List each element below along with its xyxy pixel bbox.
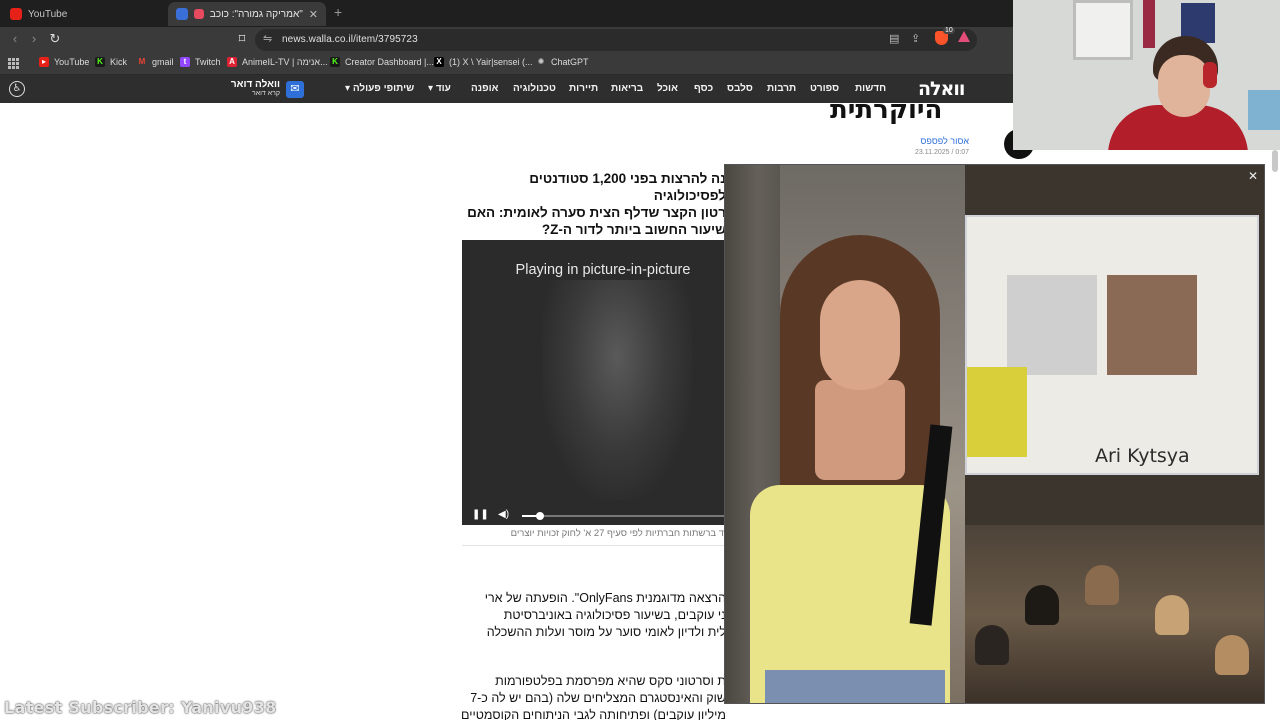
- apps-grid-icon[interactable]: [8, 58, 19, 69]
- bookmark-chatgpt[interactable]: ✺ ChatGPT: [536, 57, 589, 67]
- brave-rewards-icon[interactable]: [958, 31, 970, 42]
- accessibility-icon[interactable]: ♿: [9, 81, 25, 97]
- tab-walla-article[interactable]: "אמריקה גמורה": כוכבת פורנ ✕: [168, 2, 326, 26]
- seek-handle[interactable]: [536, 512, 544, 520]
- kick-icon: K: [330, 57, 340, 67]
- pause-icon[interactable]: ❚❚: [472, 509, 489, 520]
- browser-toolbar: ‹ › ↻ ⌑ ⇋ news.walla.co.il/item/3795723 …: [0, 27, 1013, 53]
- mail-icon[interactable]: ✉: [286, 81, 304, 98]
- nav-item-news[interactable]: חדשות: [855, 83, 886, 94]
- video-poster: [542, 280, 692, 500]
- bookmarks-bar: ▸ YouTube K Kick Mgmail t Twitch A AnimeIL-T…: [0, 53, 1013, 75]
- article-lead: נה להרצות בפני 1,200 סטודנטים לפסיכולוגי…: [467, 171, 726, 237]
- bookmark-gmail[interactable]: Mgmail: [137, 57, 174, 67]
- nav-item-fashion[interactable]: אופנה: [471, 83, 498, 94]
- back-icon[interactable]: ‹: [6, 31, 24, 46]
- screen: YouTube "אמריקה גמורה": כוכבת פורנ ✕ + ‹…: [0, 0, 1280, 720]
- nav-item-culture[interactable]: תרבות: [767, 83, 796, 94]
- tab-youtube[interactable]: YouTube: [2, 2, 166, 26]
- nav-item-money[interactable]: כסף: [694, 83, 713, 94]
- bookmark-creator-dashboard[interactable]: K Creator Dashboard |...: [330, 57, 434, 67]
- bookmark-x[interactable]: X (1) X \ Yair|sensei (...: [434, 57, 533, 67]
- close-tab-icon[interactable]: ✕: [309, 8, 318, 21]
- article-paragraph: ת וסרטוני סקס שהיא מפרסמת בפלטפורמות שוק…: [462, 674, 726, 720]
- reader-mode-icon[interactable]: ▤: [889, 32, 899, 45]
- tab-title: YouTube: [28, 8, 68, 20]
- pip-close-icon[interactable]: ✕: [1248, 169, 1258, 183]
- page-scrollbar[interactable]: [1272, 150, 1278, 172]
- new-tab-icon[interactable]: +: [334, 4, 342, 20]
- article-headline: היוקרתית: [830, 95, 943, 125]
- kick-icon: K: [95, 57, 105, 67]
- slide-title: Ari Kytsya: [1095, 445, 1190, 467]
- webcam-overlay: [1013, 0, 1280, 150]
- nav-item-travel[interactable]: תיירות: [569, 83, 598, 94]
- x-icon: X: [434, 57, 444, 67]
- youtube-icon: ▸: [39, 57, 49, 67]
- bookmark-twitch[interactable]: t Twitch: [180, 57, 221, 67]
- tab-strip: YouTube "אמריקה גמורה": כוכבת פורנ ✕ +: [0, 0, 1013, 27]
- bookmark-animeil[interactable]: A AnimeIL-TV | אנימה...: [227, 57, 328, 67]
- author-link[interactable]: אסור לפספס: [900, 136, 969, 146]
- bookmark-icon[interactable]: ⌑: [233, 31, 251, 47]
- video-player[interactable]: Playing in picture-in-picture ❚❚ ◀): [462, 240, 724, 525]
- pip-window[interactable]: ✕ Ari Kytsya: [724, 164, 1265, 704]
- video-credit: ד ברשתות חברתיות לפי סעיף 27 א' לחוק זכו…: [462, 528, 724, 546]
- nav-item-food[interactable]: אוכל: [657, 83, 678, 94]
- gmail-icon: M: [137, 57, 147, 67]
- pip-placeholder-text: Playing in picture-in-picture: [515, 262, 691, 278]
- animeil-icon: A: [227, 57, 237, 67]
- bookmark-youtube[interactable]: ▸ YouTube: [39, 57, 89, 67]
- reload-icon[interactable]: ↻: [46, 31, 64, 47]
- tab-title: "אמריקה גמורה": כוכבת פורנ: [210, 8, 303, 20]
- nav-item-partnerships[interactable]: שיתופי פעולה ▾: [345, 83, 414, 94]
- chatgpt-icon: ✺: [536, 57, 546, 67]
- seek-bar[interactable]: [522, 515, 724, 517]
- publish-date: 23.11.2025 / 0:07: [915, 149, 969, 156]
- presentation-screen: Ari Kytsya: [965, 215, 1259, 475]
- bookmark-kick[interactable]: K Kick: [95, 57, 127, 67]
- walla-mail-link[interactable]: וואלה דואר קרא דואר: [230, 79, 280, 97]
- site-info-icon[interactable]: ⇋: [263, 32, 272, 45]
- address-bar[interactable]: ⇋ news.walla.co.il/item/3795723 ▤ ⇪: [255, 29, 977, 51]
- twitch-icon: t: [180, 57, 190, 67]
- brave-shield-count: 10: [943, 27, 955, 34]
- video-controls: ❚❚ ◀): [462, 505, 724, 525]
- pip-video-right-panel: Ari Kytsya: [965, 165, 1264, 703]
- nav-item-celebs[interactable]: סלבס: [727, 83, 753, 94]
- volume-icon[interactable]: ◀): [498, 509, 509, 520]
- article-paragraph: הרצאה מדוגמנית OnlyFans". הופעתה של ארי …: [484, 591, 726, 639]
- nav-item-sport[interactable]: ספורט: [810, 83, 839, 94]
- latest-subscriber-overlay: Latest Subscriber: Yanivu938: [4, 698, 277, 717]
- pause-favicon-icon: [176, 8, 188, 20]
- nav-item-health[interactable]: בריאות: [611, 83, 643, 94]
- forward-icon[interactable]: ›: [25, 31, 43, 46]
- youtube-icon: [10, 8, 22, 20]
- audience: [965, 525, 1264, 703]
- share-icon[interactable]: ⇪: [911, 32, 920, 45]
- pip-video-left-panel: [725, 165, 965, 703]
- walla-favicon-icon: [194, 9, 204, 19]
- nav-item-more[interactable]: עוד ▾: [428, 83, 451, 94]
- nav-item-tech[interactable]: טכנולוגיה: [513, 83, 556, 94]
- url-text[interactable]: news.walla.co.il/item/3795723: [282, 34, 418, 45]
